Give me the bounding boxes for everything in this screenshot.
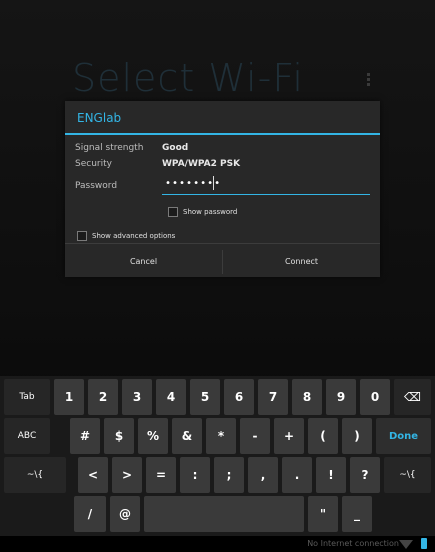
key-percent[interactable]: % <box>138 418 168 454</box>
key-6[interactable]: 6 <box>224 379 254 415</box>
soft-keyboard: Tab 1 2 3 4 5 6 7 8 9 0 ⌫ ABC # $ % & * … <box>0 376 435 536</box>
key-4[interactable]: 4 <box>156 379 186 415</box>
key-abc[interactable]: ABC <box>4 418 50 454</box>
password-label: Password <box>75 181 118 191</box>
space-key[interactable] <box>144 496 304 532</box>
key-7[interactable]: 7 <box>258 379 288 415</box>
key-2[interactable]: 2 <box>88 379 118 415</box>
backdrop-title: Select Wi-Fi <box>72 56 304 100</box>
key-ampersand[interactable]: & <box>172 418 202 454</box>
key-asterisk[interactable]: * <box>206 418 236 454</box>
backspace-key[interactable]: ⌫ <box>394 379 431 415</box>
key-tab[interactable]: Tab <box>4 379 50 415</box>
key-8[interactable]: 8 <box>292 379 322 415</box>
show-password-checkbox[interactable] <box>168 207 178 217</box>
key-equals[interactable]: = <box>146 457 176 493</box>
key-open-paren[interactable]: ( <box>308 418 338 454</box>
key-symbols-right[interactable]: ~\{ <box>384 457 431 493</box>
key-slash[interactable]: / <box>74 496 106 532</box>
key-question[interactable]: ? <box>350 457 380 493</box>
key-5[interactable]: 5 <box>190 379 220 415</box>
cancel-button[interactable]: Cancel <box>65 244 222 278</box>
security-label: Security <box>75 159 112 169</box>
wifi-signal-icon <box>399 540 413 549</box>
overflow-menu-icon[interactable] <box>367 73 370 87</box>
show-password-label: Show password <box>183 208 238 216</box>
done-key[interactable]: Done <box>376 418 431 454</box>
security-value: WPA/WPA2 PSK <box>162 159 241 169</box>
key-semicolon[interactable]: ; <box>214 457 244 493</box>
show-advanced-checkbox[interactable] <box>77 231 87 241</box>
key-plus[interactable]: + <box>274 418 304 454</box>
key-quote[interactable]: " <box>308 496 338 532</box>
text-cursor <box>213 176 214 190</box>
key-at[interactable]: @ <box>110 496 140 532</box>
key-dollar[interactable]: $ <box>104 418 134 454</box>
key-hash[interactable]: # <box>70 418 100 454</box>
key-1[interactable]: 1 <box>54 379 84 415</box>
key-3[interactable]: 3 <box>122 379 152 415</box>
signal-strength-label: Signal strength <box>75 143 144 153</box>
signal-strength-value: Good <box>162 143 189 153</box>
key-symbols-left[interactable]: ~\{ <box>4 457 66 493</box>
dialog-title-divider <box>65 133 380 135</box>
show-advanced-label: Show advanced options <box>92 232 176 240</box>
battery-icon <box>421 538 427 549</box>
system-status-bar: No Internet connection <box>0 536 435 552</box>
key-9[interactable]: 9 <box>326 379 356 415</box>
key-colon[interactable]: : <box>180 457 210 493</box>
wifi-connect-dialog: ENGlab Signal strength Good Security WPA… <box>65 101 380 277</box>
key-greater-than[interactable]: > <box>112 457 142 493</box>
key-0[interactable]: 0 <box>360 379 390 415</box>
dialog-button-bar: Cancel Connect <box>65 243 380 278</box>
network-status-text: No Internet connection <box>307 539 399 548</box>
connect-button[interactable]: Connect <box>223 244 380 278</box>
key-comma[interactable]: , <box>248 457 278 493</box>
key-underscore[interactable]: _ <box>342 496 372 532</box>
key-minus[interactable]: - <box>240 418 270 454</box>
password-input[interactable]: •••••••• <box>162 174 370 195</box>
dialog-title: ENGlab <box>77 111 122 125</box>
key-period[interactable]: . <box>282 457 312 493</box>
key-exclamation[interactable]: ! <box>316 457 346 493</box>
key-less-than[interactable]: < <box>78 457 108 493</box>
key-close-paren[interactable]: ) <box>342 418 372 454</box>
